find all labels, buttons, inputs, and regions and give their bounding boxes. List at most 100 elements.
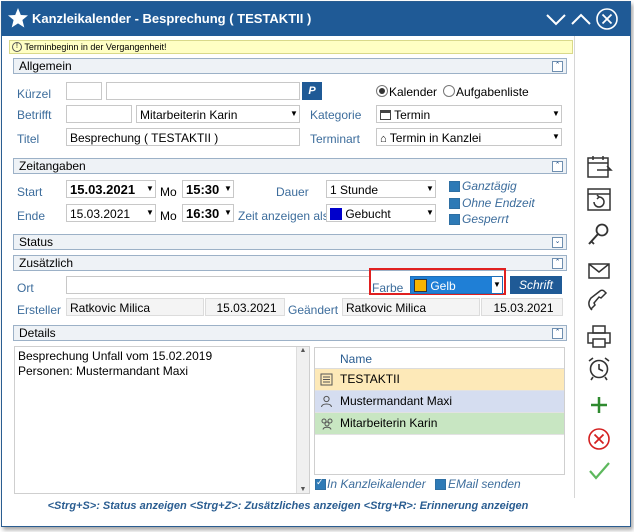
- expand-icon[interactable]: ⌄: [552, 237, 563, 248]
- gesperrt-label: Gesperrt: [462, 212, 509, 226]
- section-title: Zusätzlich: [19, 256, 74, 270]
- kategorie-label: Kategorie: [310, 108, 362, 122]
- chevron-down-icon[interactable]: ▼: [145, 205, 155, 221]
- section-allgemein[interactable]: Allgemein ⌃: [13, 58, 567, 74]
- end-day-label: Mo: [160, 209, 177, 223]
- email-senden-checkbox[interactable]: [435, 479, 446, 490]
- ohne-endzeit-checkbox[interactable]: [449, 198, 460, 209]
- radio-kalender[interactable]: [376, 85, 388, 97]
- app-window: Kanzleikalender - Besprechung ( TESTAKTI…: [1, 1, 631, 527]
- name-column-header[interactable]: Name: [340, 352, 372, 366]
- kategorie-select[interactable]: Termin ▼: [376, 105, 562, 123]
- chevron-down-icon[interactable]: ▼: [492, 277, 502, 293]
- titel-label: Titel: [17, 132, 40, 146]
- calendar-icon: [380, 110, 391, 120]
- zeit-anzeigen-label: Zeit anzeigen als: [238, 209, 329, 223]
- chevron-down-icon[interactable]: ▼: [145, 181, 155, 197]
- section-title: Status: [19, 235, 54, 249]
- table-row[interactable]: TESTAKTII: [315, 369, 564, 391]
- table-row[interactable]: Mitarbeiterin Karin: [315, 413, 564, 435]
- email-senden-label: EMail senden: [448, 477, 521, 491]
- end-time-input[interactable]: 16:30 ▼: [182, 204, 234, 222]
- farbe-label: Farbe: [372, 281, 404, 295]
- farbe-select[interactable]: Gelb ▼: [410, 276, 503, 294]
- warning-icon: !: [12, 42, 22, 52]
- dauer-label: Dauer: [276, 185, 309, 199]
- aufgabenliste-label: Aufgabenliste: [456, 85, 529, 99]
- in-kanzleikalender-label: In Kanzleikalender: [327, 477, 426, 491]
- end-date-input[interactable]: 15.03.2021 ▼: [66, 204, 156, 222]
- chevron-down-icon[interactable]: ▼: [425, 205, 435, 221]
- zeit-anzeigen-select[interactable]: Gebucht ▼: [326, 204, 436, 222]
- details-line-1: Besprechung Unfall vom 15.02.2019: [18, 349, 213, 363]
- details-textarea[interactable]: Besprechung Unfall vom 15.02.2019 Person…: [14, 346, 310, 494]
- ersteller-date: 15.03.2021: [205, 298, 285, 316]
- ohne-endzeit-label: Ohne Endzeit: [462, 196, 535, 210]
- color-swatch: [414, 279, 427, 292]
- dauer-select[interactable]: 1 Stunde ▼: [326, 180, 436, 198]
- geaendert-date: 15.03.2021: [481, 298, 563, 316]
- schrift-button[interactable]: Schrift: [510, 276, 562, 294]
- ort-input[interactable]: [66, 276, 370, 294]
- chevron-down-icon[interactable]: ▼: [289, 106, 299, 122]
- section-status[interactable]: Status ⌄: [13, 234, 567, 250]
- print-icon[interactable]: [585, 324, 613, 350]
- mail-icon[interactable]: [585, 258, 613, 284]
- section-title: Zeitangaben: [19, 159, 86, 173]
- section-zeitangaben[interactable]: Zeitangaben ⌃: [13, 158, 567, 174]
- start-date-input[interactable]: 15.03.2021 ▼: [66, 180, 156, 198]
- scrollbar[interactable]: ▲ ▼: [296, 347, 309, 493]
- terminart-value: Termin in Kanzlei: [389, 131, 482, 145]
- end-date-value: 15.03.2021: [70, 207, 131, 221]
- chevron-down-icon[interactable]: ▼: [223, 205, 233, 221]
- ganztaegig-checkbox[interactable]: [449, 181, 460, 192]
- cancel-icon[interactable]: [585, 426, 613, 452]
- ort-label: Ort: [17, 281, 34, 295]
- gesperrt-checkbox[interactable]: [449, 214, 460, 225]
- chevron-down-icon[interactable]: ▼: [551, 129, 561, 145]
- minimize-button[interactable]: [544, 7, 568, 31]
- maximize-button[interactable]: [569, 7, 593, 31]
- betrifft-label: Betrifft: [17, 108, 52, 122]
- section-details[interactable]: Details ⌃: [13, 325, 567, 341]
- calendar-export-icon[interactable]: [585, 154, 613, 180]
- in-kanzleikalender-checkbox[interactable]: ✓: [315, 477, 326, 490]
- kuerzel-name-input[interactable]: [106, 82, 300, 100]
- confirm-icon[interactable]: [585, 458, 613, 484]
- collapse-icon[interactable]: ⌃: [552, 258, 563, 269]
- table-row[interactable]: Mustermandant Maxi: [315, 391, 564, 413]
- kuerzel-label: Kürzel: [17, 87, 52, 101]
- key-icon[interactable]: [585, 222, 613, 248]
- start-time-value: 15:30: [186, 182, 220, 197]
- chevron-down-icon[interactable]: ▼: [223, 181, 233, 197]
- radio-aufgabenliste[interactable]: [443, 85, 455, 97]
- row-name: Mustermandant Maxi: [340, 394, 453, 408]
- participants-grid: Name TESTAKTII Mustermandant Maxi Mitarb…: [314, 347, 565, 475]
- alarm-clock-icon[interactable]: [585, 355, 613, 381]
- calendar-refresh-icon[interactable]: [585, 186, 613, 212]
- dauer-value: 1 Stunde: [330, 183, 379, 197]
- collapse-icon[interactable]: ⌃: [552, 161, 563, 172]
- betrifft-value: Mitarbeiterin Karin: [140, 108, 238, 122]
- row-name: TESTAKTII: [340, 372, 400, 386]
- geaendert-label: Geändert: [288, 303, 339, 317]
- start-time-input[interactable]: 15:30 ▼: [182, 180, 234, 198]
- p-button[interactable]: P: [302, 82, 322, 100]
- chevron-down-icon[interactable]: ▼: [551, 106, 561, 122]
- warning-banner: ! Terminbeginn in der Vergangenheit!: [9, 40, 573, 54]
- chevron-down-icon[interactable]: ▼: [425, 181, 435, 197]
- phone-icon[interactable]: [585, 288, 613, 314]
- star-icon: [8, 8, 28, 28]
- titel-input[interactable]: Besprechung ( TESTAKTII ): [66, 128, 300, 146]
- add-icon[interactable]: [585, 392, 613, 418]
- collapse-icon[interactable]: ⌃: [552, 328, 563, 339]
- close-button[interactable]: [595, 7, 619, 31]
- collapse-icon[interactable]: ⌃: [552, 61, 563, 72]
- ganztaegig-label: Ganztägig: [462, 179, 517, 193]
- betrifft-select[interactable]: Mitarbeiterin Karin ▼: [136, 105, 300, 123]
- details-line-2: Personen: Mustermandant Maxi: [18, 364, 189, 378]
- shortcut-hints: <Strg+S>: Status anzeigen <Strg+Z>: Zusä…: [47, 500, 529, 512]
- betrifft-code-input[interactable]: [66, 105, 132, 123]
- kuerzel-input[interactable]: [66, 82, 102, 100]
- terminart-select[interactable]: ⌂ Termin in Kanzlei ▼: [376, 128, 562, 146]
